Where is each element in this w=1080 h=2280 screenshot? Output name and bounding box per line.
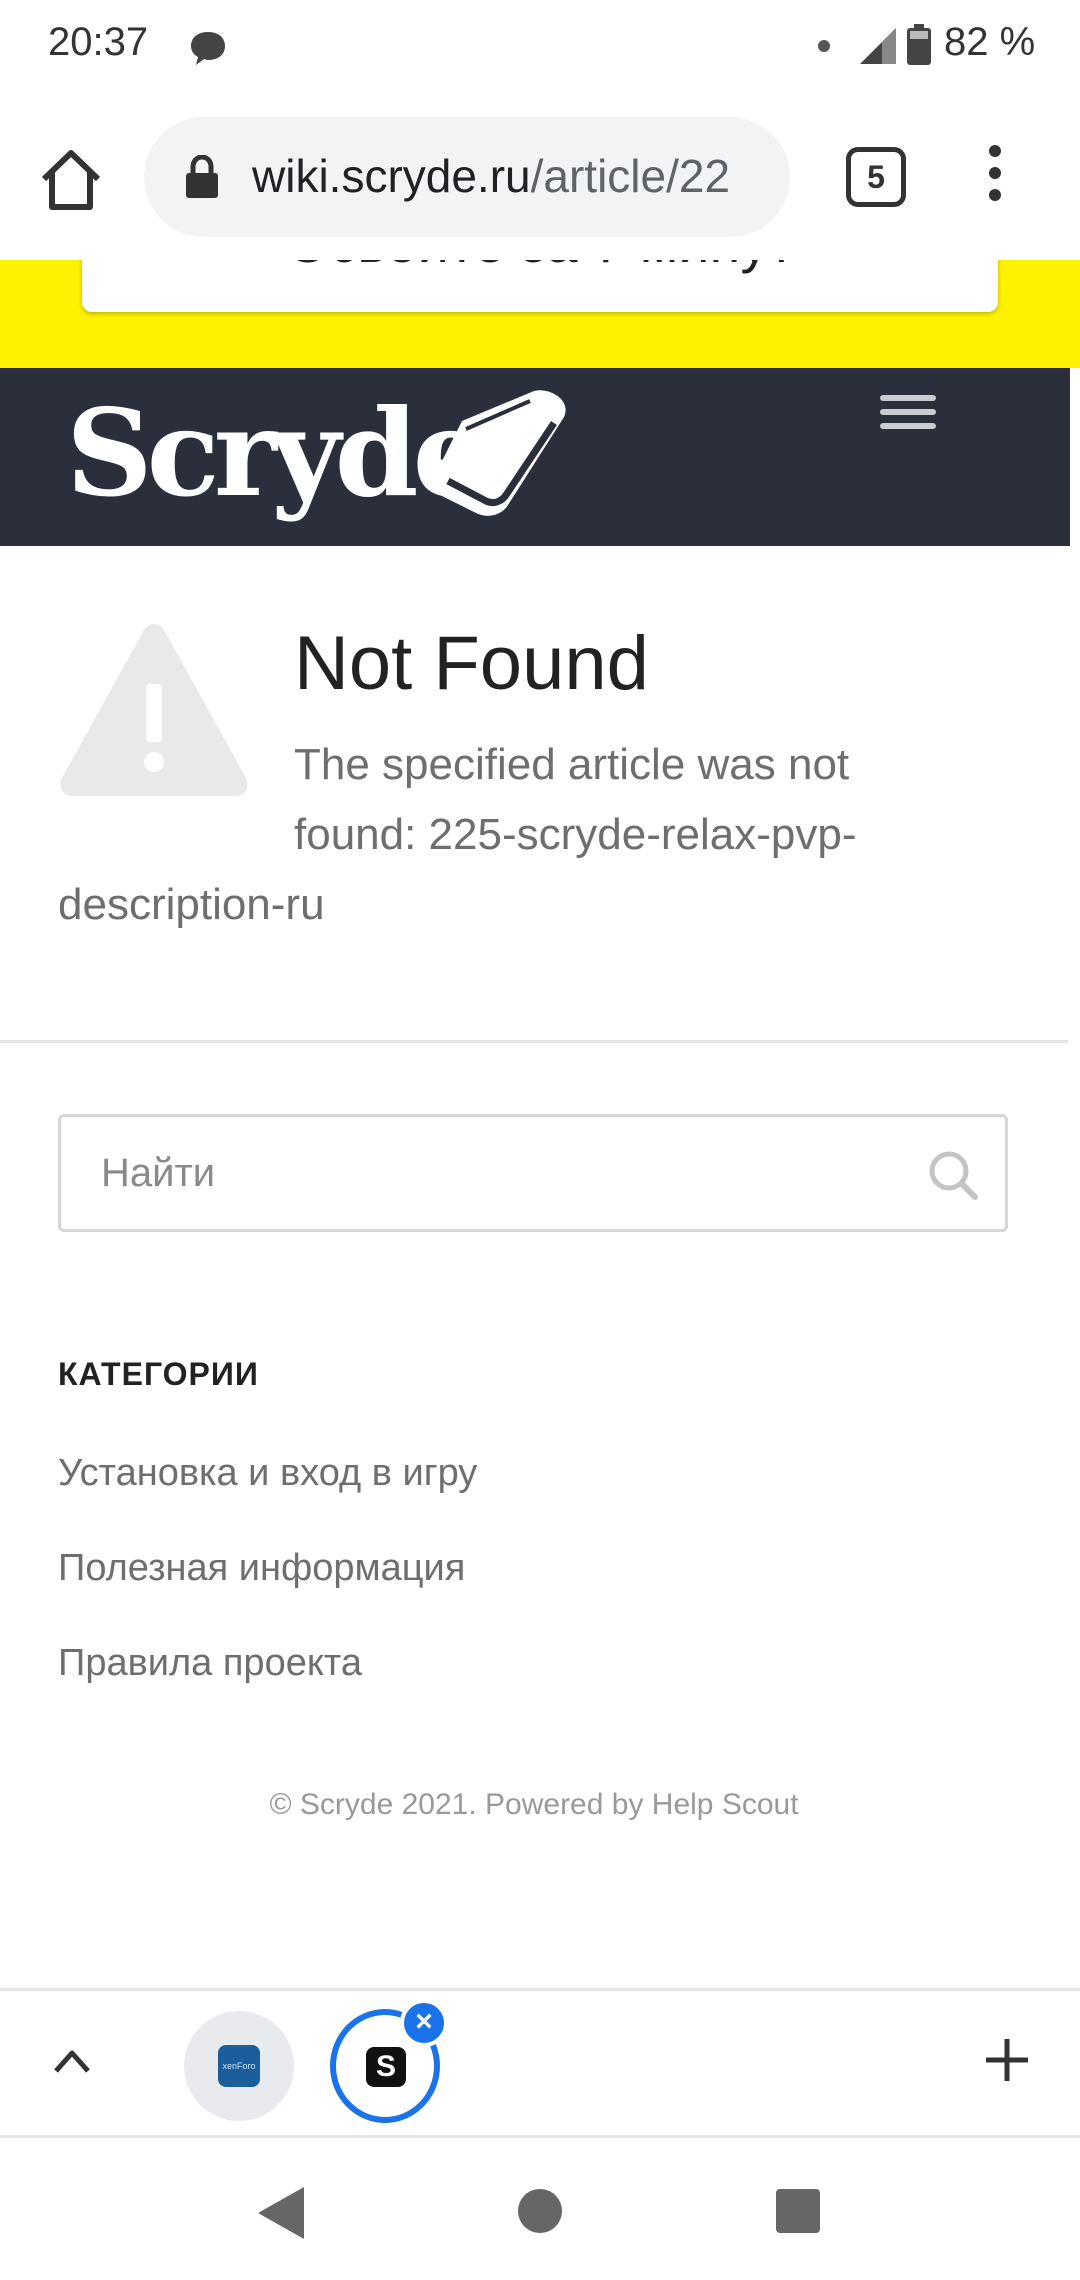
category-link-useful-info[interactable]: Полезная информация <box>58 1547 465 1590</box>
categories-heading: КАТЕГОРИИ <box>58 1356 259 1392</box>
address-bar[interactable]: wiki.scryde.ru/article/22 <box>144 117 790 237</box>
system-nav-bar <box>0 2141 1080 2280</box>
battery-level: 82 % <box>944 20 1036 64</box>
page-title: Not Found <box>294 621 649 706</box>
divider <box>0 1040 1068 1043</box>
status-time: 20:37 <box>48 20 149 64</box>
search-icon[interactable] <box>927 1149 979 1201</box>
xenforo-favicon: xenForo <box>218 2045 260 2087</box>
add-tab-icon[interactable] <box>982 2035 1032 2085</box>
search-input[interactable] <box>101 1117 881 1229</box>
book-icon <box>429 390 566 516</box>
home-circle-icon[interactable] <box>518 2189 562 2233</box>
promo-banner-text: Освоите за 7 минут <box>82 260 998 275</box>
lock-icon <box>186 155 218 198</box>
logo-text: Scryde <box>66 383 489 524</box>
tab-switcher-button[interactable]: 5 <box>846 147 906 207</box>
search-box <box>58 1114 1008 1232</box>
promo-banner-card[interactable]: Освоите за 7 минут <box>82 260 998 312</box>
category-link-rules[interactable]: Правила проекта <box>58 1642 362 1685</box>
overflow-menu-icon[interactable] <box>980 145 1010 211</box>
back-icon[interactable] <box>254 2185 306 2241</box>
status-bar: 20:37 82 % <box>0 0 1080 95</box>
category-link-install[interactable]: Установка и вход в игру <box>58 1452 477 1495</box>
url-path: /article/22 <box>530 150 731 202</box>
tab-xenforo[interactable]: xenForo <box>184 2011 294 2121</box>
site-menu-icon[interactable] <box>880 395 936 435</box>
browser-toolbar: wiki.scryde.ru/article/22 5 <box>0 95 1080 260</box>
close-tab-icon[interactable]: × <box>400 1999 448 2047</box>
chevron-up-icon[interactable] <box>50 2039 94 2083</box>
chat-icon <box>191 32 225 65</box>
notification-dot-icon <box>818 40 830 52</box>
footer-text: © Scryde 2021. Powered by Help Scout <box>269 1788 799 1821</box>
url-text: wiki.scryde.ru/article/22 <box>252 149 730 203</box>
promo-banner: Освоите за 7 минут <box>0 260 1080 368</box>
scryde-favicon: S <box>366 2047 406 2087</box>
tab-strip: xenForo S × <box>0 1988 1080 2138</box>
recents-icon[interactable] <box>776 2189 820 2233</box>
battery-icon <box>907 24 931 65</box>
site-header: Scryde <box>0 368 1070 546</box>
signal-icon <box>860 28 896 64</box>
url-host: wiki.scryde.ru <box>252 150 531 202</box>
error-message-container: The specified article was not found: 225… <box>58 730 958 940</box>
home-icon[interactable] <box>36 145 106 215</box>
